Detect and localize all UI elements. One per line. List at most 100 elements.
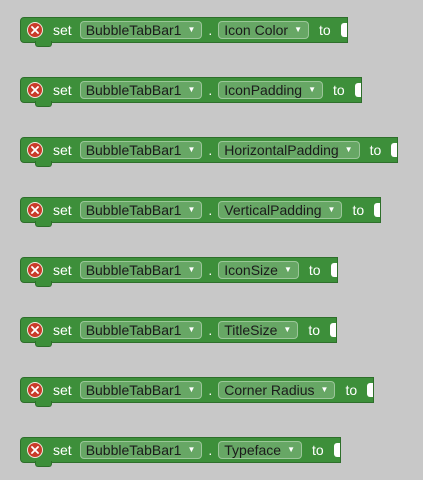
set-keyword: set — [53, 22, 72, 38]
chevron-down-icon: ▼ — [287, 445, 295, 454]
property-dropdown[interactable]: HorizontalPadding ▼ — [218, 141, 360, 159]
value-socket[interactable] — [354, 83, 361, 97]
chevron-down-icon: ▼ — [320, 385, 329, 394]
to-keyword: to — [333, 82, 345, 98]
chevron-down-icon: ▼ — [294, 25, 302, 34]
dot-separator: . — [208, 322, 213, 338]
chevron-down-icon: ▼ — [283, 265, 292, 274]
next-connector — [35, 221, 52, 227]
set-keyword: set — [53, 262, 72, 278]
error-x-icon[interactable] — [27, 382, 43, 398]
to-keyword: to — [308, 262, 321, 278]
to-keyword: to — [318, 22, 331, 38]
set-block[interactable]: set BubbleTabBar1 ▼ . VerticalPadding ▼ … — [20, 197, 382, 227]
component-dropdown[interactable]: BubbleTabBar1 ▼ — [79, 201, 203, 219]
next-connector — [35, 461, 52, 467]
next-connector — [35, 41, 52, 47]
property-name: Typeface — [224, 442, 282, 458]
component-dropdown[interactable]: BubbleTabBar1 ▼ — [79, 441, 203, 459]
property-dropdown[interactable]: Typeface ▼ — [218, 441, 302, 459]
value-socket[interactable] — [330, 263, 337, 277]
set-keyword: set — [53, 382, 72, 398]
property-name: HorizontalPadding — [224, 142, 339, 158]
set-block[interactable]: set BubbleTabBar1 ▼ . Corner Radius ▼ to — [20, 377, 375, 407]
property-dropdown[interactable]: Corner Radius ▼ — [218, 381, 336, 399]
chevron-down-icon: ▼ — [187, 205, 196, 214]
to-keyword: to — [369, 142, 382, 158]
component-name: BubbleTabBar1 — [85, 82, 182, 98]
component-dropdown[interactable]: BubbleTabBar1 ▼ — [79, 141, 203, 159]
property-dropdown[interactable]: IconPadding ▼ — [218, 81, 324, 99]
chevron-down-icon: ▼ — [187, 385, 196, 394]
property-name: Corner Radius — [224, 382, 315, 398]
chevron-down-icon: ▼ — [283, 325, 292, 334]
next-connector — [35, 401, 52, 407]
chevron-down-icon: ▼ — [308, 85, 317, 94]
set-block[interactable]: set BubbleTabBar1 ▼ . HorizontalPadding … — [20, 137, 399, 167]
dot-separator: . — [208, 202, 213, 218]
component-name: BubbleTabBar1 — [85, 382, 182, 398]
next-connector — [35, 161, 52, 167]
component-dropdown[interactable]: BubbleTabBar1 ▼ — [79, 261, 203, 279]
property-dropdown[interactable]: IconSize ▼ — [218, 261, 299, 279]
chevron-down-icon: ▼ — [187, 25, 196, 34]
to-keyword: to — [352, 202, 365, 218]
next-connector — [35, 341, 52, 347]
error-x-icon[interactable] — [27, 82, 43, 98]
chevron-down-icon: ▼ — [327, 205, 336, 214]
chevron-down-icon: ▼ — [344, 145, 353, 154]
set-keyword: set — [53, 442, 72, 458]
dot-separator: . — [208, 142, 213, 158]
property-name: TitleSize — [224, 322, 278, 338]
value-socket[interactable] — [367, 383, 374, 397]
value-socket[interactable] — [391, 143, 398, 157]
component-name: BubbleTabBar1 — [85, 142, 182, 158]
value-socket[interactable] — [340, 23, 347, 37]
value-socket[interactable] — [374, 203, 381, 217]
next-connector — [35, 281, 52, 287]
component-dropdown[interactable]: BubbleTabBar1 ▼ — [79, 381, 203, 399]
property-dropdown[interactable]: Icon Color ▼ — [218, 21, 309, 39]
component-name: BubbleTabBar1 — [85, 442, 182, 458]
value-socket[interactable] — [330, 323, 337, 337]
dot-separator: . — [208, 382, 213, 398]
component-dropdown[interactable]: BubbleTabBar1 ▼ — [79, 321, 203, 339]
component-name: BubbleTabBar1 — [85, 262, 182, 278]
error-x-icon[interactable] — [27, 142, 43, 158]
dot-separator: . — [208, 262, 213, 278]
set-block[interactable]: set BubbleTabBar1 ▼ . Icon Color ▼ to — [20, 17, 348, 47]
error-x-icon[interactable] — [27, 22, 43, 38]
chevron-down-icon: ▼ — [187, 85, 196, 94]
set-block[interactable]: set BubbleTabBar1 ▼ . TitleSize ▼ to — [20, 317, 338, 347]
property-name: IconPadding — [224, 82, 303, 98]
set-block[interactable]: set BubbleTabBar1 ▼ . IconSize ▼ to — [20, 257, 338, 287]
component-dropdown[interactable]: BubbleTabBar1 ▼ — [79, 81, 203, 99]
set-block[interactable]: set BubbleTabBar1 ▼ . Typeface ▼ to — [20, 437, 341, 467]
dot-separator: . — [208, 442, 213, 458]
error-x-icon[interactable] — [27, 442, 43, 458]
property-dropdown[interactable]: VerticalPadding ▼ — [218, 201, 343, 219]
component-name: BubbleTabBar1 — [85, 22, 182, 38]
error-x-icon[interactable] — [27, 202, 43, 218]
set-keyword: set — [53, 142, 72, 158]
chevron-down-icon: ▼ — [187, 265, 196, 274]
value-socket[interactable] — [333, 443, 340, 457]
property-name: Icon Color — [224, 22, 289, 38]
to-keyword: to — [345, 382, 358, 398]
dot-separator: . — [208, 82, 213, 98]
set-block[interactable]: set BubbleTabBar1 ▼ . IconPadding ▼ to — [20, 77, 362, 107]
next-connector — [35, 101, 52, 107]
chevron-down-icon: ▼ — [187, 445, 196, 454]
error-x-icon[interactable] — [27, 262, 43, 278]
set-keyword: set — [53, 322, 72, 338]
property-dropdown[interactable]: TitleSize ▼ — [218, 321, 299, 339]
dot-separator: . — [208, 22, 213, 38]
component-name: BubbleTabBar1 — [85, 202, 182, 218]
set-keyword: set — [53, 202, 72, 218]
to-keyword: to — [308, 322, 321, 338]
component-name: BubbleTabBar1 — [85, 322, 182, 338]
chevron-down-icon: ▼ — [187, 145, 196, 154]
component-dropdown[interactable]: BubbleTabBar1 ▼ — [79, 21, 203, 39]
set-keyword: set — [53, 82, 72, 98]
error-x-icon[interactable] — [27, 322, 43, 338]
